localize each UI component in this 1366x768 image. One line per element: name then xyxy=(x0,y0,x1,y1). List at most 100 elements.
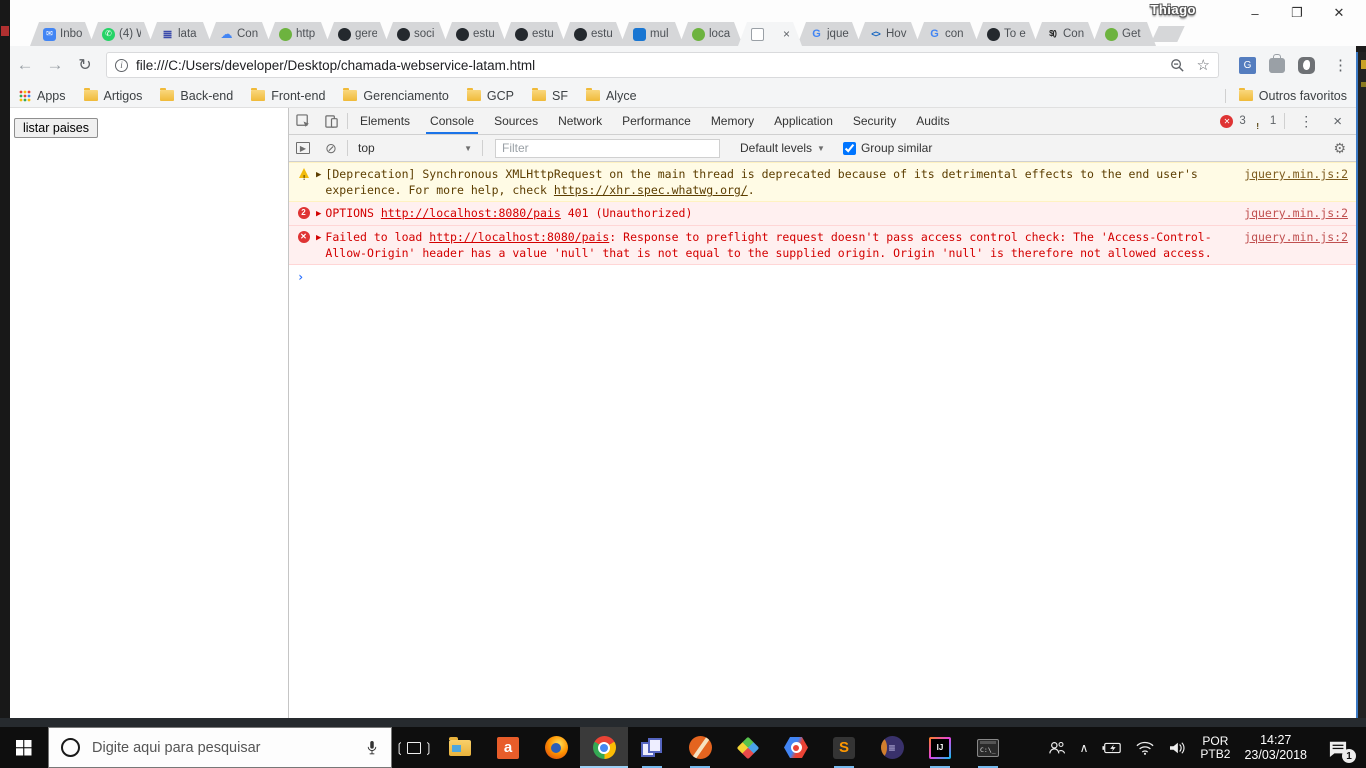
taskbar-sublime-text[interactable]: S xyxy=(820,727,868,768)
browser-tab[interactable]: estu xyxy=(502,22,566,46)
microphone-icon[interactable] xyxy=(365,738,379,758)
clock[interactable]: 14:27 23/03/2018 xyxy=(1237,727,1314,768)
console-message-link[interactable]: http://localhost:8080/pais xyxy=(429,230,609,244)
url-text[interactable]: file:///C:/Users/developer/Desktop/chama… xyxy=(136,58,1162,73)
browser-tab[interactable]: Get xyxy=(1092,22,1156,46)
console-prompt[interactable]: › xyxy=(289,265,1356,289)
console-source-link[interactable]: jquery.min.js:2 xyxy=(1244,205,1348,221)
chrome-menu-icon[interactable]: ⋮ xyxy=(1325,56,1356,74)
maximize-button[interactable]: ❐ xyxy=(1276,0,1318,26)
taskbar-firefox[interactable] xyxy=(532,727,580,768)
battery-icon[interactable] xyxy=(1095,727,1129,768)
devtools-tab-security[interactable]: Security xyxy=(843,108,906,134)
expand-arrow-icon[interactable]: ▶ xyxy=(316,230,321,246)
browser-tab[interactable]: ✉ Inbo xyxy=(30,22,94,46)
start-button[interactable] xyxy=(0,727,48,768)
forward-icon[interactable]: → xyxy=(40,50,70,80)
execution-context-selector[interactable]: top ▼ xyxy=(350,141,480,155)
new-tab-button[interactable] xyxy=(1151,26,1185,42)
action-center-button[interactable]: 1 xyxy=(1314,727,1362,768)
taskbar-soapui[interactable] xyxy=(676,727,724,768)
reload-icon[interactable]: ↻ xyxy=(70,50,100,80)
browser-tab[interactable]: ✆ (4) W xyxy=(89,22,153,46)
taskbar-blue-docs-app[interactable] xyxy=(628,727,676,768)
bookmark-folder-front-end[interactable]: Front-end xyxy=(242,88,334,103)
language-indicator[interactable]: POR PTB2 xyxy=(1193,727,1237,768)
browser-tab[interactable]: To e xyxy=(974,22,1038,46)
tray-expand-chevron-icon[interactable]: ∧ xyxy=(1073,727,1096,768)
devtools-tab-network[interactable]: Network xyxy=(548,108,612,134)
minimize-button[interactable]: – xyxy=(1234,0,1276,26)
browser-tab[interactable]: ≣ lata xyxy=(148,22,212,46)
back-icon[interactable]: ← xyxy=(10,50,40,80)
browser-tab[interactable]: ☁ Con xyxy=(207,22,271,46)
page-info-icon[interactable]: i xyxy=(115,58,128,72)
chrome-profile-name[interactable]: Thiago xyxy=(1150,2,1196,17)
listar-paises-button[interactable]: listar paises xyxy=(14,118,98,138)
browser-tab[interactable]: $() Con xyxy=(1033,22,1097,46)
bookmark-folder-gerenciamento[interactable]: Gerenciamento xyxy=(334,88,457,103)
warning-count[interactable]: 1 xyxy=(1270,115,1276,127)
console-settings-gear-icon[interactable]: ⚙ xyxy=(1333,140,1356,157)
bookmark-star-icon[interactable]: ☆ xyxy=(1197,56,1210,74)
console-message-link[interactable]: http://localhost:8080/pais xyxy=(381,206,561,220)
devtools-tab-performance[interactable]: Performance xyxy=(612,108,701,134)
browser-tab[interactable]: loca xyxy=(679,22,743,46)
log-levels-dropdown[interactable]: Default levels ▼ xyxy=(730,141,835,155)
browser-tab[interactable]: mul xyxy=(620,22,684,46)
taskbar-eclipse[interactable]: ≡ xyxy=(868,727,916,768)
taskbar-file-explorer[interactable] xyxy=(436,727,484,768)
devtools-tab-console[interactable]: Console xyxy=(420,108,484,134)
devtools-close-icon[interactable]: × xyxy=(1325,113,1350,130)
console-sidebar-toggle-icon[interactable]: ▶ xyxy=(289,135,317,161)
close-button[interactable]: ✕ xyxy=(1318,0,1360,26)
browser-tab[interactable]: estu xyxy=(561,22,625,46)
taskbar-orange-a-app[interactable]: a xyxy=(484,727,532,768)
taskbar-search-box[interactable]: Digite aqui para pesquisar xyxy=(48,727,392,768)
volume-icon[interactable] xyxy=(1161,727,1193,768)
tab-close-icon[interactable]: × xyxy=(783,27,790,41)
devtools-tab-application[interactable]: Application xyxy=(764,108,843,134)
translate-extension-icon[interactable]: G xyxy=(1239,56,1256,74)
console-source-link[interactable]: jquery.min.js:2 xyxy=(1244,166,1348,182)
console-message-link[interactable]: https://xhr.spec.whatwg.org/ xyxy=(554,183,748,197)
browser-tab-active[interactable]: × xyxy=(738,22,802,46)
device-toolbar-icon[interactable] xyxy=(317,108,345,134)
taskbar-intellij[interactable]: IJ xyxy=(916,727,964,768)
taskbar-cmd[interactable]: C:\_ xyxy=(964,727,1012,768)
bookmark-folder-sf[interactable]: SF xyxy=(523,88,577,103)
taskbar-chrome[interactable] xyxy=(580,727,628,768)
browser-tab[interactable]: <> Hov xyxy=(856,22,920,46)
bookmark-folder-alyce[interactable]: Alyce xyxy=(577,88,646,103)
devtools-tab-audits[interactable]: Audits xyxy=(906,108,959,134)
wifi-icon[interactable] xyxy=(1129,727,1161,768)
task-view-button[interactable]: ❲ ❳ xyxy=(392,727,436,768)
browser-tab[interactable]: gere xyxy=(325,22,389,46)
console-filter-input[interactable] xyxy=(495,138,720,158)
bookmark-folder-back-end[interactable]: Back-end xyxy=(151,88,242,103)
error-count-icon[interactable]: ✕ xyxy=(1220,114,1234,128)
taskbar-gcp-hexagon[interactable] xyxy=(772,727,820,768)
inspect-element-icon[interactable] xyxy=(289,108,317,134)
devtools-tab-memory[interactable]: Memory xyxy=(701,108,764,134)
address-bar[interactable]: i file:///C:/Users/developer/Desktop/cha… xyxy=(106,52,1219,78)
taskbar-diamond-tool[interactable] xyxy=(724,727,772,768)
console-source-link[interactable]: jquery.min.js:2 xyxy=(1244,229,1348,245)
devtools-tab-sources[interactable]: Sources xyxy=(484,108,548,134)
browser-tab[interactable]: soci xyxy=(384,22,448,46)
zoom-out-icon[interactable] xyxy=(1170,58,1185,73)
bookmark-apps[interactable]: Apps xyxy=(10,84,75,107)
browser-tab[interactable]: Gjque xyxy=(797,22,861,46)
browser-tab[interactable]: estu xyxy=(443,22,507,46)
bookmark-other-favorites[interactable]: Outros favoritos xyxy=(1230,88,1356,103)
group-similar-checkbox[interactable] xyxy=(842,141,856,155)
people-icon[interactable] xyxy=(1041,727,1073,768)
error-count[interactable]: 3 xyxy=(1239,115,1245,127)
clear-console-icon[interactable]: ⊘ xyxy=(317,135,345,161)
bag-extension-icon[interactable] xyxy=(1269,53,1285,73)
devtools-menu-icon[interactable]: ⋮ xyxy=(1293,113,1319,130)
browser-tab[interactable]: Gcon xyxy=(915,22,979,46)
browser-tab[interactable]: http xyxy=(266,22,330,46)
devtools-tab-elements[interactable]: Elements xyxy=(350,108,420,134)
cortana-icon[interactable] xyxy=(61,738,80,757)
